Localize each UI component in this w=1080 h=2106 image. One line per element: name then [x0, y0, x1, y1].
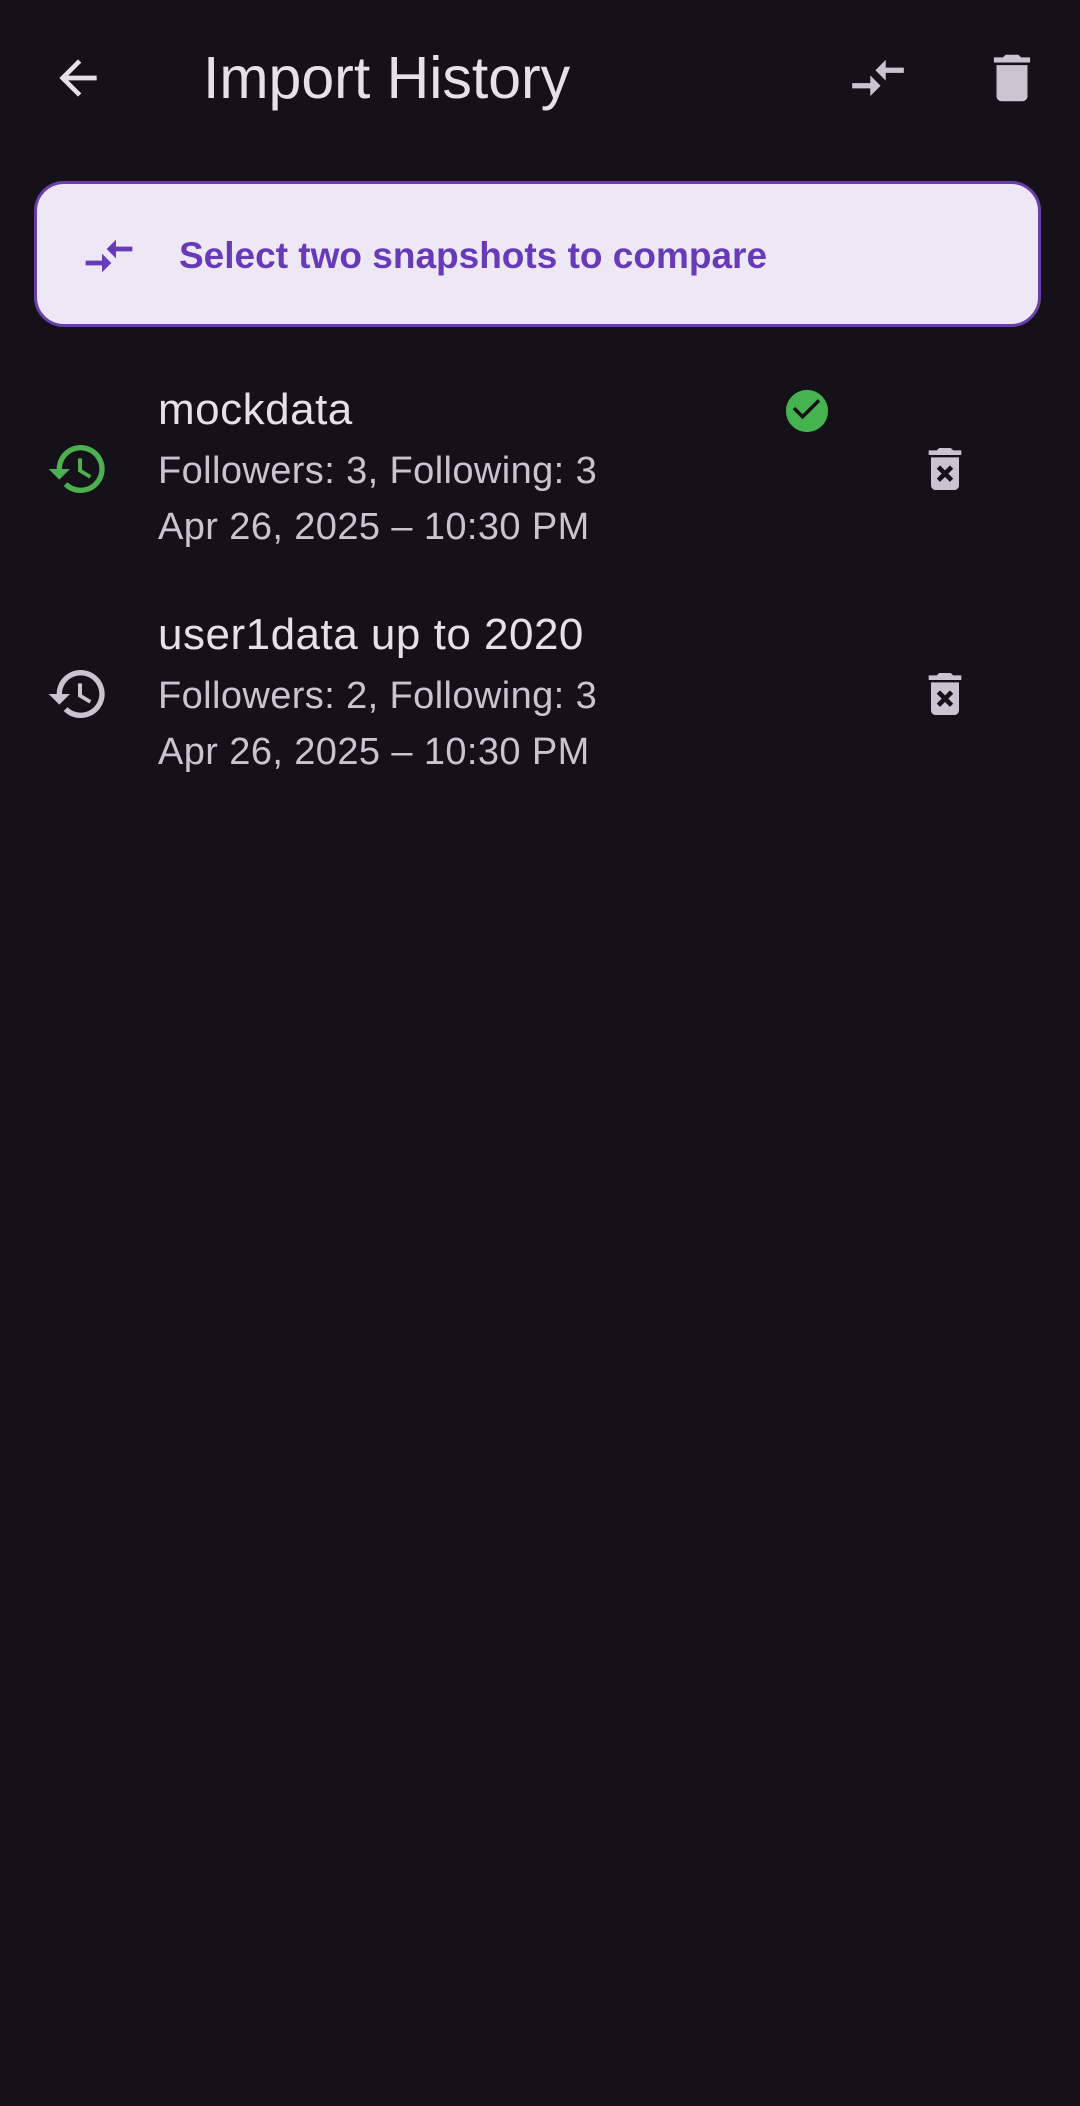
arrow-back-icon — [59, 59, 97, 97]
snapshot-counts: Followers: 3, Following: 3 — [158, 450, 598, 492]
snapshot-name: user1data up to 2020 — [158, 610, 584, 659]
snapshot-counts: Followers: 2, Following: 3 — [158, 675, 598, 717]
snapshot-date: Apr 26, 2025 – 10:30 PM — [158, 506, 590, 548]
history-icon — [48, 670, 105, 718]
delete-forever-icon — [928, 448, 962, 490]
delete-snapshot-button[interactable] — [898, 647, 992, 741]
app-bar: Import History — [0, 0, 1080, 156]
snapshot-list-item[interactable]: user1data up to 2020 Followers: 2, Follo… — [0, 595, 1080, 805]
banner-text: Select two snapshots to compare — [179, 235, 768, 276]
delete-forever-icon — [928, 673, 962, 715]
snapshot-name: mockdata — [158, 385, 353, 434]
snapshot-list-item[interactable]: mockdata Followers: 3, Following: 3 Apr … — [0, 370, 1080, 580]
compare-banner[interactable]: Select two snapshots to compare — [34, 181, 1041, 327]
compare-arrows-icon — [85, 239, 133, 273]
check-circle-icon — [785, 389, 829, 433]
history-icon — [48, 445, 105, 494]
delete-all-button[interactable] — [964, 30, 1060, 126]
compare-button[interactable] — [830, 30, 926, 126]
page-title: Import History — [203, 45, 571, 111]
snapshot-date: Apr 26, 2025 – 10:30 PM — [158, 731, 590, 773]
compare-arrows-icon — [852, 59, 904, 97]
delete-snapshot-button[interactable] — [898, 422, 992, 516]
delete-icon — [993, 54, 1031, 102]
back-button[interactable] — [30, 30, 126, 126]
